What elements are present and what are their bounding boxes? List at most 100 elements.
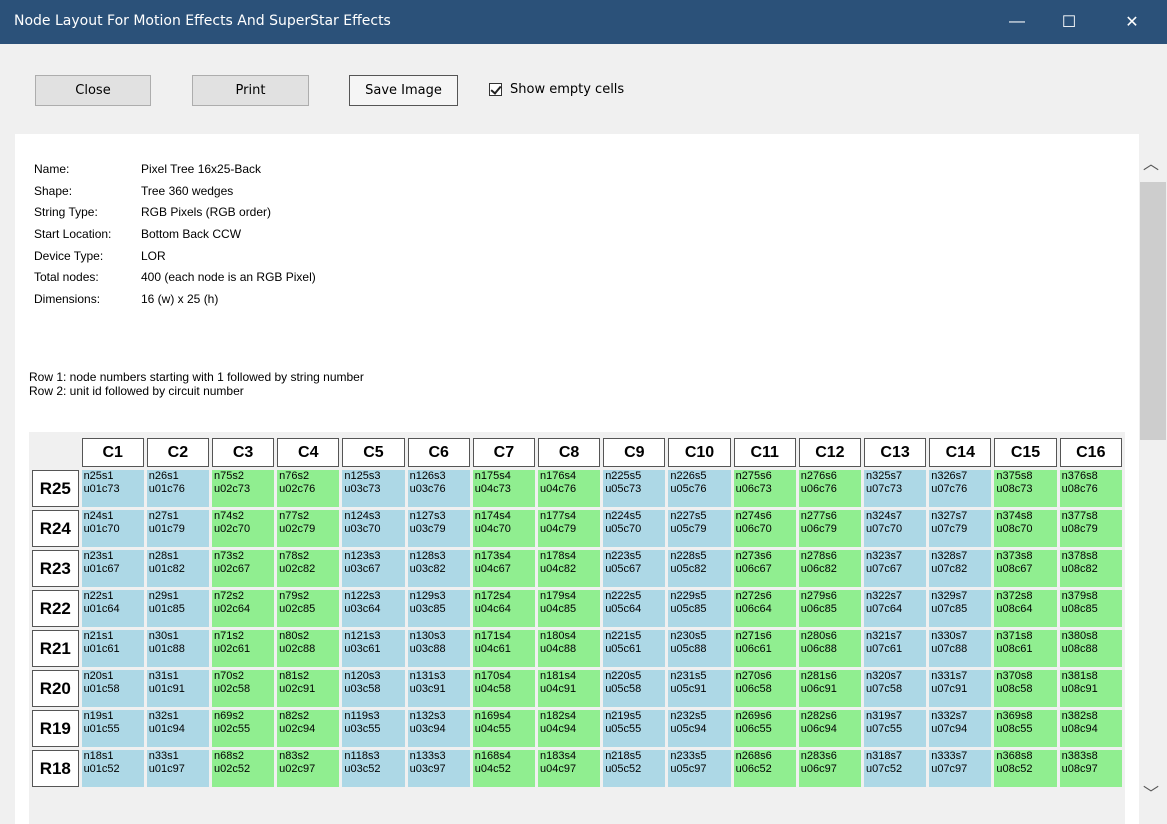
row-header: R20	[32, 670, 79, 707]
node-cell: n380s8 u08c88	[1059, 630, 1122, 667]
unit-circuit: u01c85	[148, 603, 185, 615]
node-number: n274s6	[735, 510, 772, 522]
row-header: R18	[32, 750, 79, 787]
node-number: n322s7	[866, 590, 903, 602]
info-key: Shape:	[34, 183, 73, 198]
node-number: n269s6	[735, 710, 772, 722]
minimize-button[interactable]: —	[992, 0, 1042, 44]
node-cell: n127s3 u03c79	[407, 510, 470, 547]
node-grid: C1 C2 C3 C4 C5 C6 C7 C8 C9 C10 C11 C12 C13 C14 C15 C16 R…	[29, 435, 1125, 790]
close-window-button[interactable]: ✕	[1107, 0, 1157, 44]
unit-circuit: u04c52	[474, 763, 511, 775]
node-cell: n379s8 u08c85	[1059, 590, 1122, 627]
unit-circuit: u01c76	[148, 483, 185, 495]
node-number: n129s3	[409, 590, 446, 602]
node-cell: n272s6 u06c64	[733, 590, 796, 627]
unit-circuit: u05c79	[670, 523, 707, 535]
node-number: n383s8	[1061, 750, 1098, 762]
node-number: n76s2	[279, 470, 310, 482]
node-number: n81s2	[279, 670, 310, 682]
node-cell: n281s6 u06c91	[798, 670, 861, 707]
node-number: n332s7	[931, 710, 968, 722]
node-number: n268s6	[735, 750, 772, 762]
node-cell: n271s6 u06c61	[733, 630, 796, 667]
node-cell: n31s1 u01c91	[146, 670, 209, 707]
node-cell: n173s4 u04c67	[472, 550, 535, 587]
note-row2: Row 2: unit id followed by circuit numbe…	[29, 384, 244, 398]
unit-circuit: u03c88	[409, 643, 446, 655]
unit-circuit: u07c58	[866, 683, 903, 695]
column-header: C13	[864, 438, 927, 467]
node-number: n372s8	[996, 590, 1033, 602]
node-number: n182s4	[539, 710, 577, 722]
node-cell: n72s2 u02c64	[211, 590, 275, 627]
unit-circuit: u07c64	[866, 603, 903, 615]
note-row1: Row 1: node numbers starting with 1 foll…	[29, 370, 364, 384]
node-cell: n21s1 u01c61	[81, 630, 144, 667]
node-number: n382s8	[1061, 710, 1098, 722]
column-header: C3	[211, 438, 275, 467]
node-cell: n176s4 u04c76	[537, 470, 601, 507]
node-cell: n28s1 u01c82	[146, 550, 209, 587]
node-number: n325s7	[866, 470, 903, 482]
vertical-scrollbar[interactable]: ︿ ﹀	[1139, 134, 1167, 824]
node-number: n178s4	[539, 550, 577, 562]
node-number: n128s3	[409, 550, 446, 562]
print-button[interactable]: Print	[192, 75, 309, 106]
info-row: Device Type: LOR	[34, 249, 316, 271]
node-number: n271s6	[735, 630, 772, 642]
node-cell: n18s1 u01c52	[81, 750, 144, 787]
node-cell: n230s5 u05c88	[668, 630, 731, 667]
unit-circuit: u02c88	[279, 643, 316, 655]
grid-corner	[32, 438, 79, 467]
grid-row: R23 n23s1 u01c67 n28s1 u01c82 n73s2 u02c67 n78s…	[32, 550, 1122, 587]
node-cell: n321s7 u07c61	[864, 630, 927, 667]
node-cell: n22s1 u01c64	[81, 590, 144, 627]
node-number: n278s6	[800, 550, 837, 562]
node-number: n71s2	[213, 630, 244, 642]
info-row: Total nodes: 400 (each node is an RGB Pix…	[34, 270, 316, 292]
node-cell: n220s5 u05c58	[603, 670, 666, 707]
unit-circuit: u03c58	[344, 683, 381, 695]
node-cell: n219s5 u05c55	[603, 710, 666, 747]
node-cell: n231s5 u05c91	[668, 670, 731, 707]
checkbox-checked-icon[interactable]	[489, 83, 502, 96]
info-key: Device Type:	[34, 248, 104, 263]
info-key: Total nodes:	[34, 270, 99, 285]
node-number: n131s3	[409, 670, 446, 682]
unit-circuit: u04c64	[474, 603, 511, 615]
unit-circuit: u06c73	[735, 483, 772, 495]
node-cell: n374s8 u08c70	[994, 510, 1057, 547]
scroll-up-icon[interactable]: ︿	[1143, 150, 1159, 174]
close-icon: ✕	[1125, 14, 1139, 31]
node-cell: n276s6 u06c76	[798, 470, 861, 507]
node-cell: n228s5 u05c82	[668, 550, 731, 587]
node-number: n380s8	[1061, 630, 1098, 642]
column-header: C15	[994, 438, 1057, 467]
node-number: n171s4	[474, 630, 511, 642]
show-empty-cells-checkbox[interactable]: Show empty cells	[489, 82, 624, 97]
node-number: n321s7	[866, 630, 903, 642]
node-number: n273s6	[735, 550, 772, 562]
model-info: Name: Pixel Tree 16x25-Back Shape: Tree 360…	[34, 162, 316, 314]
node-number: n227s5	[670, 510, 707, 522]
unit-circuit: u04c58	[474, 683, 511, 695]
node-cell: n383s8 u08c97	[1059, 750, 1122, 787]
unit-circuit: u06c70	[735, 523, 772, 535]
node-number: n133s3	[409, 750, 446, 762]
unit-circuit: u08c88	[1061, 643, 1098, 655]
node-cell: n26s1 u01c76	[146, 470, 209, 507]
grid-row: R25 n25s1 u01c73 n26s1 u01c76 n75s2 u02c73 n76s…	[32, 470, 1122, 507]
unit-circuit: u01c91	[148, 683, 185, 695]
node-number: n229s5	[670, 590, 707, 602]
unit-circuit: u07c55	[866, 723, 903, 735]
maximize-button[interactable]: ☐	[1044, 0, 1094, 44]
scroll-down-icon[interactable]: ﹀	[1143, 780, 1159, 804]
node-number: n29s1	[148, 590, 179, 602]
unit-circuit: u04c85	[539, 603, 577, 615]
close-button[interactable]: Close	[35, 75, 151, 106]
node-number: n168s4	[474, 750, 511, 762]
node-number: n18s1	[83, 750, 114, 762]
save-image-button[interactable]: Save Image	[349, 75, 458, 106]
scroll-thumb[interactable]	[1140, 182, 1166, 440]
